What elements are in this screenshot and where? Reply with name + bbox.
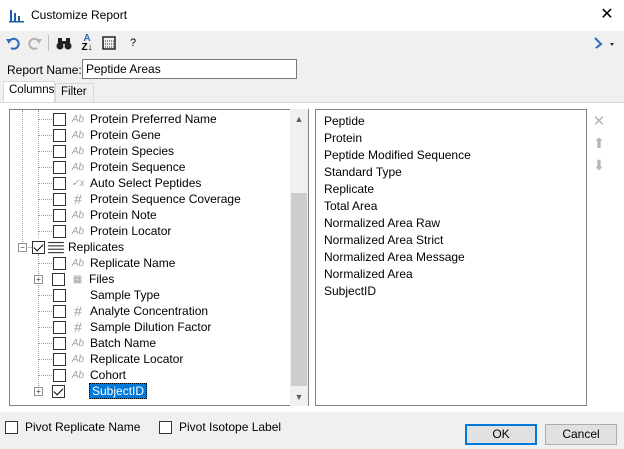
- tree-checkbox[interactable]: [53, 368, 66, 382]
- move-up-icon[interactable]: ⬆: [591, 135, 607, 151]
- cancel-button[interactable]: Cancel: [545, 424, 617, 445]
- scroll-up-icon[interactable]: ▲: [291, 111, 307, 127]
- tree-item[interactable]: Ab Batch Name: [39, 335, 156, 351]
- tree-item[interactable]: Ab Replicate Locator: [39, 351, 183, 367]
- sort-az-icon[interactable]: A Z↓: [77, 33, 97, 53]
- list-item[interactable]: Normalized Area Strict: [324, 233, 443, 247]
- list-icon: [48, 241, 64, 254]
- tree-checkbox[interactable]: [53, 160, 66, 174]
- list-item[interactable]: Normalized Area Message: [324, 250, 465, 264]
- list-item[interactable]: Peptide: [324, 114, 365, 128]
- undo-icon[interactable]: [5, 33, 21, 53]
- list-item[interactable]: Replicate: [324, 182, 374, 196]
- tree-item[interactable]: Ab Protein Sequence: [39, 159, 185, 175]
- tree-checkbox[interactable]: [53, 336, 66, 350]
- tree-item[interactable]: Ab Protein Gene: [39, 127, 161, 143]
- text-type-icon: Ab: [71, 353, 85, 365]
- tab-columns[interactable]: Columns: [3, 81, 55, 102]
- pivot-isotope-option[interactable]: Pivot Isotope Label: [159, 420, 281, 434]
- boolean-type-icon: ✓x: [71, 177, 85, 189]
- text-type-icon: Ab: [71, 209, 85, 221]
- tree-checkbox[interactable]: [53, 112, 66, 126]
- report-name-input[interactable]: [82, 59, 297, 79]
- tree-item[interactable]: # Sample Dilution Factor: [39, 319, 211, 335]
- tree-item[interactable]: Ab Protein Locator: [39, 223, 171, 239]
- list-item[interactable]: SubjectID: [324, 284, 376, 298]
- text-type-icon: Ab: [71, 369, 85, 381]
- tree-item-replicates[interactable]: − Replicates: [18, 239, 124, 255]
- blank-type-icon: [68, 384, 86, 398]
- number-type-icon: #: [74, 191, 82, 207]
- text-type-icon: Ab: [71, 145, 85, 157]
- pivot-replicate-checkbox[interactable]: [5, 420, 18, 434]
- tree-item[interactable]: Ab Protein Species: [39, 143, 174, 159]
- list-item[interactable]: Normalized Area: [324, 267, 413, 281]
- tree-item[interactable]: Ab Cohort: [39, 367, 126, 383]
- text-type-icon: Ab: [71, 113, 85, 125]
- ok-button[interactable]: OK: [465, 424, 537, 445]
- window-title: Customize Report: [31, 8, 128, 22]
- tree-checkbox[interactable]: [53, 144, 66, 158]
- tree-item[interactable]: # Analyte Concentration: [39, 303, 208, 319]
- tree-item-selected[interactable]: + SubjectID: [34, 383, 148, 399]
- tree-item[interactable]: Ab Protein Preferred Name: [39, 111, 217, 127]
- blank-type-icon: [69, 288, 87, 302]
- tree-checkbox[interactable]: [52, 384, 65, 398]
- help-icon[interactable]: ?: [127, 33, 139, 53]
- text-type-icon: Ab: [71, 257, 85, 269]
- tree-checkbox[interactable]: [53, 352, 66, 366]
- scroll-down-icon[interactable]: ▼: [291, 389, 307, 405]
- text-type-icon: Ab: [71, 129, 85, 141]
- tree-item[interactable]: ✓x Auto Select Peptides: [39, 175, 201, 191]
- text-type-icon: Ab: [71, 161, 85, 173]
- number-type-icon: #: [74, 319, 82, 335]
- tree-checkbox[interactable]: [53, 176, 66, 190]
- column-tree[interactable]: Ab Protein Preferred Name Ab Protein Gen…: [9, 109, 309, 406]
- number-type-icon: #: [74, 303, 82, 319]
- tree-checkbox[interactable]: [53, 304, 66, 318]
- scroll-thumb[interactable]: [291, 193, 307, 386]
- tree-checkbox[interactable]: [53, 208, 66, 222]
- share-icon[interactable]: [593, 33, 617, 53]
- list-item[interactable]: Total Area: [324, 199, 377, 213]
- tree-checkbox[interactable]: [53, 128, 66, 142]
- report-icon: [9, 10, 24, 23]
- expand-icon[interactable]: +: [34, 386, 43, 396]
- move-down-icon[interactable]: ⬇: [591, 157, 607, 173]
- report-name-label: Report Name:: [7, 63, 82, 77]
- tree-checkbox[interactable]: [53, 320, 66, 334]
- table-view-icon[interactable]: [101, 33, 117, 53]
- tree-item[interactable]: Ab Protein Note: [39, 207, 157, 223]
- binoculars-icon[interactable]: [55, 33, 73, 53]
- toolbar-separator: [48, 35, 49, 51]
- text-type-icon: Ab: [71, 225, 85, 237]
- tree-item[interactable]: # Protein Sequence Coverage: [39, 191, 241, 207]
- tree-checkbox[interactable]: [52, 272, 65, 286]
- selected-columns-list[interactable]: Peptide Protein Peptide Modified Sequenc…: [315, 109, 587, 406]
- tree-line: [22, 110, 23, 246]
- close-icon[interactable]: ✕: [596, 4, 618, 26]
- remove-column-icon[interactable]: ✕: [591, 112, 607, 130]
- expand-icon[interactable]: +: [34, 274, 43, 284]
- pivot-isotope-checkbox[interactable]: [159, 420, 172, 434]
- tree-checkbox[interactable]: [53, 288, 66, 302]
- list-item[interactable]: Normalized Area Raw: [324, 216, 440, 230]
- tab-filter[interactable]: Filter: [55, 83, 94, 102]
- pivot-replicate-option[interactable]: Pivot Replicate Name: [5, 420, 140, 434]
- redo-icon[interactable]: [27, 33, 43, 53]
- grid-icon: ▦: [72, 273, 82, 285]
- tree-checkbox[interactable]: [53, 224, 66, 238]
- list-item[interactable]: Peptide Modified Sequence: [324, 148, 471, 162]
- list-item[interactable]: Standard Type: [324, 165, 402, 179]
- tree-checkbox[interactable]: [53, 192, 66, 206]
- tree-checkbox[interactable]: [53, 256, 66, 270]
- tree-item[interactable]: + ▦ Files: [34, 271, 114, 287]
- list-item[interactable]: Protein: [324, 131, 362, 145]
- tree-item[interactable]: Sample Type: [39, 287, 160, 303]
- tree-checkbox[interactable]: [32, 240, 45, 254]
- tree-item[interactable]: Ab Replicate Name: [39, 255, 175, 271]
- text-type-icon: Ab: [71, 337, 85, 349]
- collapse-icon[interactable]: −: [18, 242, 27, 252]
